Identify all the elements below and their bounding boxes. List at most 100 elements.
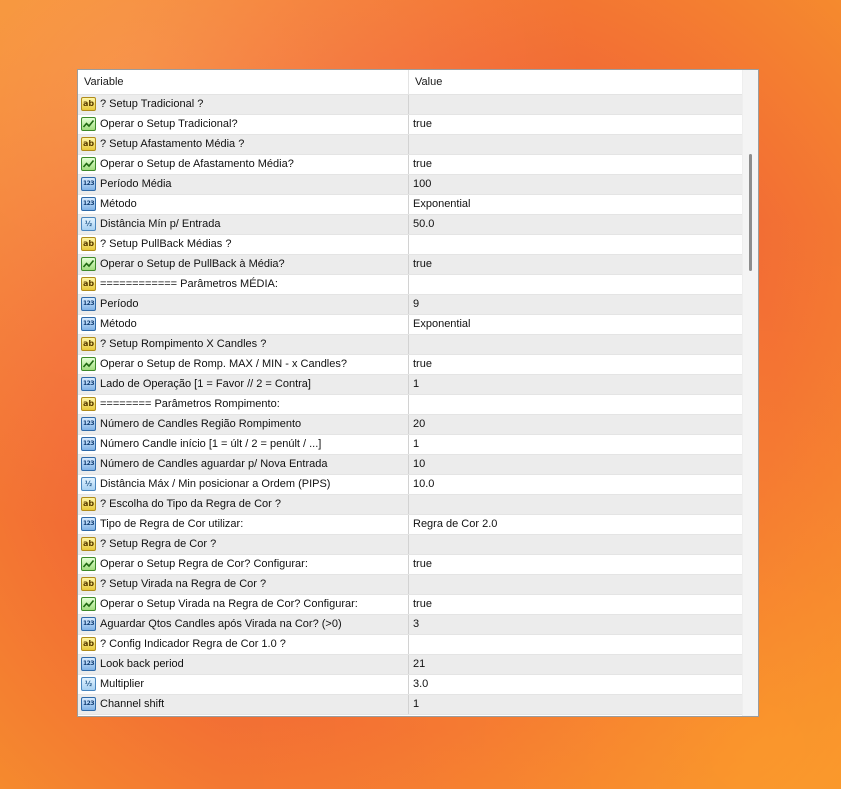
variable-name: Operar o Setup Virada na Regra de Cor? C… xyxy=(100,598,358,610)
input-row[interactable]: 123 Período Média 100 xyxy=(78,175,742,195)
value-cell[interactable]: Regra de Cor 2.0 xyxy=(409,515,742,534)
input-row[interactable]: 123 Método Exponential xyxy=(78,195,742,215)
input-row[interactable]: 123 Período 9 xyxy=(78,295,742,315)
input-row[interactable]: ½ Distância Mín p/ Entrada 50.0 xyxy=(78,215,742,235)
value-cell[interactable]: true xyxy=(409,555,742,574)
value-cell[interactable]: Exponential xyxy=(409,195,742,214)
value-cell[interactable] xyxy=(409,135,742,154)
integer-type-icon: 123 xyxy=(81,417,96,431)
value-cell[interactable]: Exponential xyxy=(409,315,742,334)
input-row[interactable]: Operar o Setup de Romp. MAX / MIN - x Ca… xyxy=(78,355,742,375)
variable-cell: ab ? Escolha do Tipo da Regra de Cor ? xyxy=(78,495,409,514)
value-cell[interactable] xyxy=(409,535,742,554)
input-row[interactable]: ab ======== Parâmetros Rompimento: xyxy=(78,395,742,415)
variable-cell: Operar o Setup de PullBack à Média? xyxy=(78,255,409,274)
value-cell[interactable]: 10 xyxy=(409,455,742,474)
value-cell[interactable]: 50.0 xyxy=(409,215,742,234)
variable-name: Tipo de Regra de Cor utilizar: xyxy=(100,518,244,530)
value-cell[interactable]: true xyxy=(409,595,742,614)
variable-cell: 123 Período Média xyxy=(78,175,409,194)
variable-name: Distância Máx / Min posicionar a Ordem (… xyxy=(100,478,331,490)
variable-cell: 123 Channel shift xyxy=(78,695,409,714)
input-row[interactable]: 123 Look back period 21 xyxy=(78,655,742,675)
value-cell[interactable]: 1 xyxy=(409,435,742,454)
variable-cell: 123 Número de Candles Região Rompimento xyxy=(78,415,409,434)
value-cell[interactable] xyxy=(409,235,742,254)
vertical-scrollbar[interactable] xyxy=(742,70,758,716)
input-row[interactable]: ab ? Escolha do Tipo da Regra de Cor ? xyxy=(78,495,742,515)
variable-cell: Operar o Setup Tradicional? xyxy=(78,115,409,134)
grid-rows: ab ? Setup Tradicional ? Operar o Setup Tr… xyxy=(78,95,742,715)
input-row[interactable]: Operar o Setup Tradicional? true xyxy=(78,115,742,135)
input-row[interactable]: ½ Multiplier 3.0 xyxy=(78,675,742,695)
input-row[interactable]: 123 Aguardar Qtos Candles após Virada na … xyxy=(78,615,742,635)
value-cell[interactable]: true xyxy=(409,155,742,174)
value-cell[interactable] xyxy=(409,635,742,654)
variable-cell: 123 Período xyxy=(78,295,409,314)
input-row[interactable]: ab ? Setup Virada na Regra de Cor ? xyxy=(78,575,742,595)
value-cell[interactable]: 1 xyxy=(409,375,742,394)
variable-cell: 123 Look back period xyxy=(78,655,409,674)
variable-name: Número de Candles Região Rompimento xyxy=(100,418,302,430)
value-cell[interactable]: 9 xyxy=(409,295,742,314)
variable-name: Look back period xyxy=(100,658,184,670)
value-cell[interactable]: 1 xyxy=(409,695,742,714)
value-cell[interactable] xyxy=(409,95,742,114)
input-row[interactable]: ab ? Setup Tradicional ? xyxy=(78,95,742,115)
input-row[interactable]: Operar o Setup Regra de Cor? Configurar:… xyxy=(78,555,742,575)
variable-name: Operar o Setup Tradicional? xyxy=(100,118,238,130)
variable-name: Período xyxy=(100,298,139,310)
input-row[interactable]: Operar o Setup de PullBack à Média? true xyxy=(78,255,742,275)
input-row[interactable]: ab ? Config Indicador Regra de Cor 1.0 ? xyxy=(78,635,742,655)
variable-name: Período Média xyxy=(100,178,172,190)
value-cell[interactable]: true xyxy=(409,115,742,134)
input-row[interactable]: ab ? Setup PullBack Médias ? xyxy=(78,235,742,255)
variable-name: ? Config Indicador Regra de Cor 1.0 ? xyxy=(100,638,286,650)
variable-name: Método xyxy=(100,318,137,330)
boolean-type-icon xyxy=(81,117,96,131)
value-cell[interactable]: 3.0 xyxy=(409,675,742,694)
input-row[interactable]: ab ? Setup Regra de Cor ? xyxy=(78,535,742,555)
variable-name: Número Candle início [1 = últ / 2 = penú… xyxy=(100,438,322,450)
input-row[interactable]: 123 Número Candle início [1 = últ / 2 = p… xyxy=(78,435,742,455)
input-row[interactable]: Operar o Setup de Afastamento Média? true xyxy=(78,155,742,175)
value-cell[interactable] xyxy=(409,395,742,414)
input-row[interactable]: ab ? Setup Rompimento X Candles ? xyxy=(78,335,742,355)
input-row[interactable]: 123 Número de Candles Região Rompimento 20 xyxy=(78,415,742,435)
input-row[interactable]: ½ Distância Máx / Min posicionar a Ordem … xyxy=(78,475,742,495)
value-cell[interactable]: 100 xyxy=(409,175,742,194)
variable-cell: ab ? Config Indicador Regra de Cor 1.0 ? xyxy=(78,635,409,654)
input-row[interactable]: 123 Lado de Operação [1 = Favor // 2 = Co… xyxy=(78,375,742,395)
input-row[interactable]: ab ============ Parâmetros MÉDIA: xyxy=(78,275,742,295)
value-column-header[interactable]: Value xyxy=(409,70,742,94)
input-row[interactable]: 123 Tipo de Regra de Cor utilizar: Regra d… xyxy=(78,515,742,535)
value-cell[interactable] xyxy=(409,335,742,354)
variable-name: ? Escolha do Tipo da Regra de Cor ? xyxy=(100,498,282,510)
input-row[interactable]: Operar o Setup Virada na Regra de Cor? C… xyxy=(78,595,742,615)
integer-type-icon: 123 xyxy=(81,617,96,631)
variable-cell: ab ? Setup Regra de Cor ? xyxy=(78,535,409,554)
input-row[interactable]: 123 Channel shift 1 xyxy=(78,695,742,715)
value-cell[interactable]: true xyxy=(409,355,742,374)
input-row[interactable]: ab ? Setup Afastamento Média ? xyxy=(78,135,742,155)
variable-cell: 123 Tipo de Regra de Cor utilizar: xyxy=(78,515,409,534)
string-type-icon: ab xyxy=(81,577,96,591)
variable-cell: ab ======== Parâmetros Rompimento: xyxy=(78,395,409,414)
variable-column-header[interactable]: Variable xyxy=(78,70,409,94)
variable-cell: ½ Distância Máx / Min posicionar a Ordem … xyxy=(78,475,409,494)
scrollbar-thumb[interactable] xyxy=(749,154,752,271)
input-row[interactable]: 123 Número de Candles aguardar p/ Nova En… xyxy=(78,455,742,475)
value-cell[interactable]: true xyxy=(409,255,742,274)
variable-name: Método xyxy=(100,198,137,210)
input-row[interactable]: 123 Método Exponential xyxy=(78,315,742,335)
value-cell[interactable]: 3 xyxy=(409,615,742,634)
value-cell[interactable]: 20 xyxy=(409,415,742,434)
value-cell[interactable] xyxy=(409,275,742,294)
value-cell[interactable] xyxy=(409,495,742,514)
value-cell[interactable]: 10.0 xyxy=(409,475,742,494)
string-type-icon: ab xyxy=(81,637,96,651)
value-cell[interactable]: 21 xyxy=(409,655,742,674)
string-type-icon: ab xyxy=(81,97,96,111)
inputs-grid: Variable Value ab ? Setup Tradicional ? Op… xyxy=(77,69,759,717)
value-cell[interactable] xyxy=(409,575,742,594)
